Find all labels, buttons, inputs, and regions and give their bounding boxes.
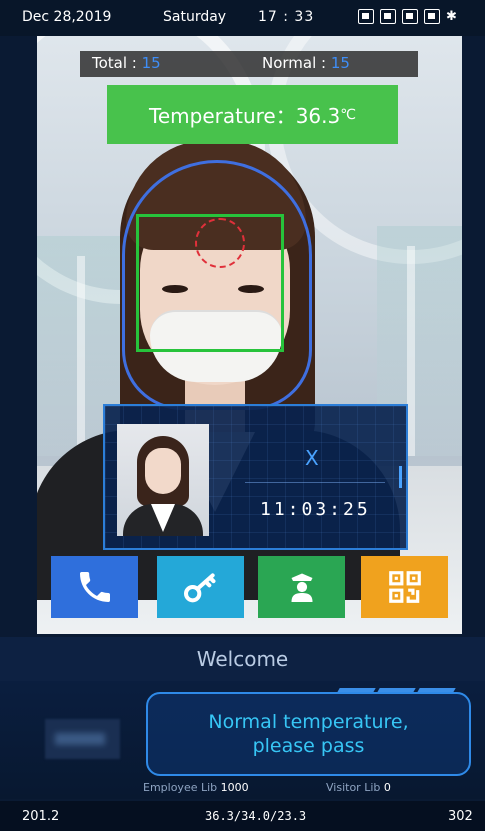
normal-label: Normal : (262, 54, 327, 72)
total-counter: Total : 15 (92, 54, 161, 72)
face-mode-icon (358, 9, 374, 24)
background-pillar (407, 246, 415, 456)
visitor-library-value: 0 (383, 781, 391, 794)
blurred-logo (45, 719, 120, 759)
sd-card-icon (402, 9, 418, 24)
message-line-2: please pass (252, 735, 365, 757)
device-ip: 201.2 (22, 809, 60, 824)
divider (245, 482, 385, 483)
unlock-button[interactable] (157, 556, 244, 618)
employee-library-label: Employee Lib (143, 781, 218, 794)
temperature-text: Temperature：36.3 (149, 104, 341, 128)
status-time: 17 : 33 (258, 9, 315, 25)
matched-photo (117, 424, 209, 536)
footer-bar: 201.2 36.3/34.0/23.3 302 (0, 801, 485, 831)
scroll-handle[interactable] (399, 466, 402, 488)
id-card-icon (380, 9, 396, 24)
forehead-measure-circle (195, 218, 245, 268)
device-screen: Dec 28,2019 Saturday 17 : 33 ✱ Total: 1… (0, 0, 485, 831)
temperature-banner: Temperature：36.3 ℃ (107, 85, 398, 144)
counter-bar: Total : 15 Normal : 15 (80, 51, 418, 77)
call-guard-button[interactable] (258, 556, 345, 618)
call-button[interactable] (51, 556, 138, 618)
status-weekday: Saturday (163, 9, 227, 25)
device-code: 302 (448, 809, 473, 824)
total-label: Total : (92, 54, 137, 72)
key-icon (183, 573, 215, 603)
bluetooth-icon: ✱ (446, 9, 457, 24)
welcome-banner: Welcome (0, 637, 485, 681)
phone-icon (79, 572, 110, 602)
qr-code-button[interactable] (361, 556, 448, 618)
usb-icon (424, 9, 440, 24)
total-value: 15 (141, 54, 161, 72)
status-date: Dec 28,2019 (22, 9, 112, 25)
match-close-button[interactable]: X (305, 446, 319, 470)
background-pillar (77, 256, 85, 456)
temperature-readings: 36.3/34.0/23.3 (205, 809, 307, 823)
normal-counter: Normal : 15 (262, 54, 350, 72)
status-icons: ✱ (358, 9, 457, 24)
guard-icon (291, 573, 312, 602)
visitor-library-count: Visitor Lib 0 (326, 781, 391, 794)
employee-library-count: Employee Lib 1000 (143, 781, 249, 794)
employee-library-value: 1000 (220, 781, 249, 794)
match-popup: X 11:03:25 (103, 404, 408, 550)
temperature-unit: ℃ (340, 106, 356, 123)
normal-value: 15 (330, 54, 350, 72)
message-line-1: Normal temperature, (208, 711, 409, 733)
pass-message: Normal temperature, please pass (146, 692, 471, 776)
qr-code-icon (388, 571, 421, 603)
match-time: 11:03:25 (260, 499, 371, 520)
status-bar: Dec 28,2019 Saturday 17 : 33 ✱ (0, 0, 485, 36)
visitor-library-label: Visitor Lib (326, 781, 381, 794)
